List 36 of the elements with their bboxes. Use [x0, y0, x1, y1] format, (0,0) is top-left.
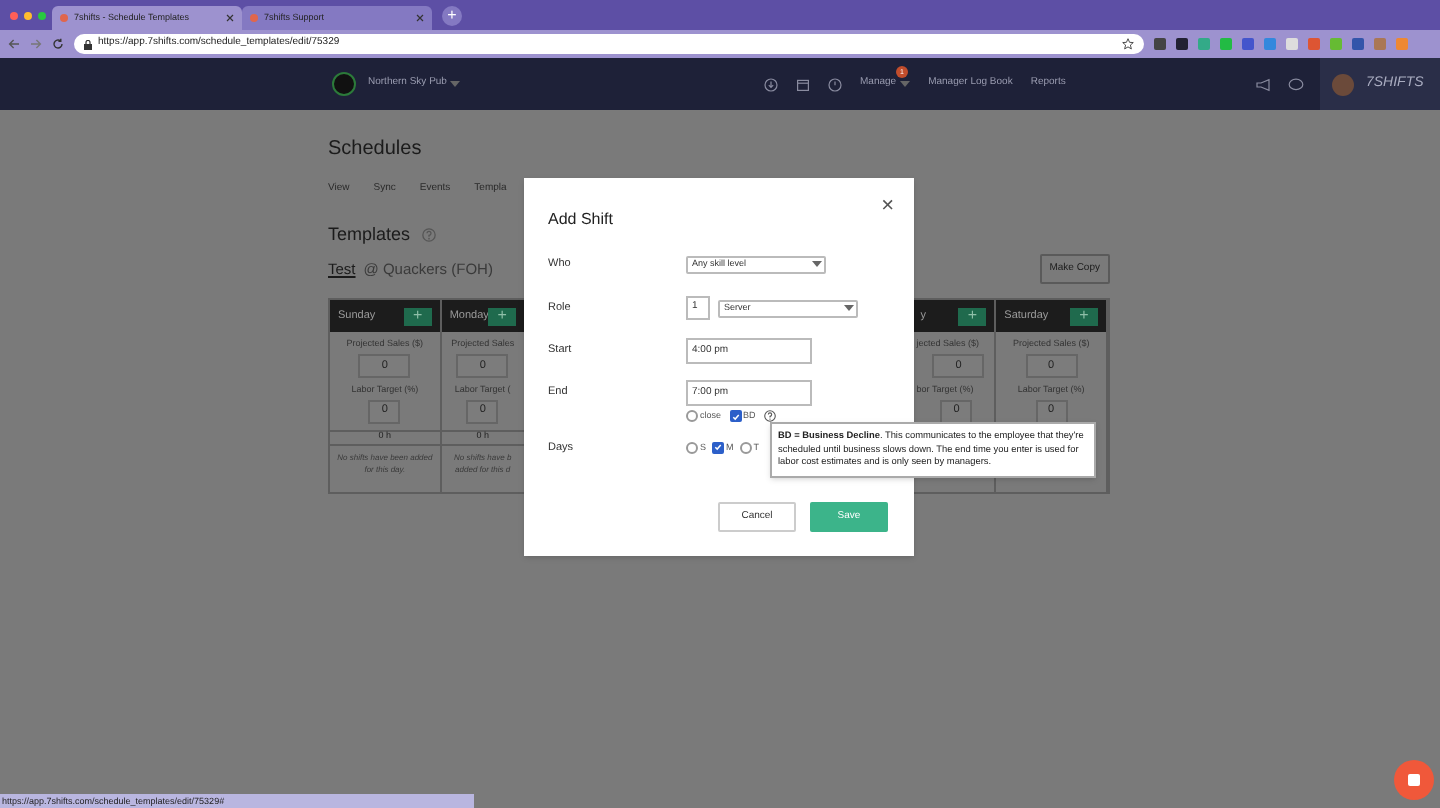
page-title: Schedules: [328, 136, 424, 164]
add-shift-button[interactable]: +: [488, 307, 516, 325]
download-icon[interactable]: [764, 77, 778, 91]
add-shift-button[interactable]: +: [403, 307, 432, 325]
star-icon[interactable]: [1122, 38, 1134, 50]
avatar-icon: [1332, 73, 1354, 95]
reload-icon[interactable]: [52, 38, 64, 50]
checkbox[interactable]: [712, 441, 725, 454]
add-shift-button[interactable]: +: [1070, 307, 1098, 325]
tab-close-icon[interactable]: [226, 14, 234, 22]
caret-icon: [812, 260, 822, 268]
chat-button[interactable]: [1394, 760, 1434, 800]
tab-favicon-icon: [250, 14, 258, 22]
checkbox[interactable]: [686, 410, 698, 423]
chat-icon[interactable]: [1288, 77, 1304, 91]
caret-icon: [450, 80, 461, 88]
back-icon[interactable]: [8, 38, 20, 50]
checkbox[interactable]: [729, 410, 742, 423]
help-icon[interactable]: [763, 410, 776, 423]
caret-icon: [844, 304, 854, 312]
megaphone-icon[interactable]: [1256, 77, 1272, 91]
location-logo-icon: [332, 72, 356, 96]
checkbox[interactable]: [686, 441, 698, 454]
close-button[interactable]: ×: [881, 196, 894, 218]
caret-icon: [900, 80, 911, 88]
clock-icon[interactable]: [828, 77, 842, 91]
chat-bubble-icon: [1406, 772, 1422, 788]
new-tab-button[interactable]: +: [442, 6, 462, 26]
lock-icon: [84, 39, 92, 49]
checkbox[interactable]: [739, 441, 752, 454]
tab-close-icon[interactable]: [416, 14, 424, 22]
tab-favicon-icon: [60, 14, 68, 22]
dialog-title: Add Shift: [548, 208, 613, 232]
add-shift-button[interactable]: +: [958, 307, 987, 325]
section-heading: Templates: [328, 221, 411, 248]
calendar-icon[interactable]: [796, 77, 810, 91]
